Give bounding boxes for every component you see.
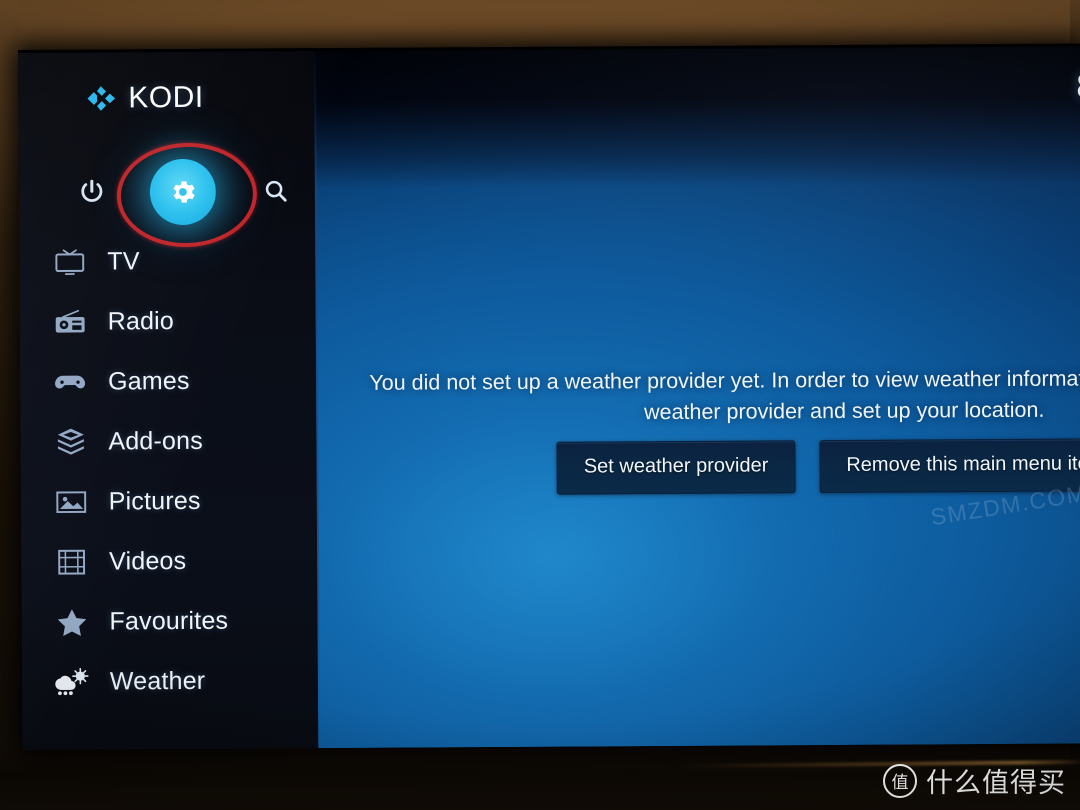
sidebar-item-label: Pictures (108, 486, 201, 515)
sidebar-item-radio[interactable]: Radio (19, 290, 315, 352)
remove-main-menu-item-button[interactable]: Remove this main menu item (819, 438, 1080, 494)
brand-watermark-text: 什么值得买 (926, 768, 1066, 799)
brand-badge-icon: 值 (883, 763, 917, 798)
star-icon (53, 605, 89, 639)
weather-empty-message: You did not set up a weather provider ye… (369, 366, 1080, 425)
weather-cloud-sun-rain-icon (54, 665, 90, 699)
radio-icon (52, 305, 88, 339)
sidebar-item-label: Favourites (109, 606, 229, 635)
sidebar-item-games[interactable]: Games (20, 350, 316, 412)
kodi-logo-icon (84, 81, 118, 115)
sidebar-item-videos[interactable]: Videos (21, 530, 317, 592)
tv-screen: 8 You did not set up a weather provider … (18, 43, 1080, 750)
pictures-icon (53, 485, 89, 519)
sidebar-item-label: Radio (107, 306, 175, 335)
sidebar-item-label: Videos (109, 546, 187, 575)
film-strip-icon (53, 545, 89, 579)
sidebar: KODI TV Radio Games Add-ons Pictures Vid… (18, 48, 319, 750)
power-icon[interactable] (73, 173, 111, 211)
search-icon[interactable] (257, 172, 295, 210)
photograph-of-tv: 8 You did not set up a weather provider … (0, 0, 1080, 810)
kodi-logo-text: KODI (128, 80, 204, 115)
kodi-logo: KODI (84, 81, 204, 116)
sidebar-item-label: TV (107, 246, 140, 275)
main-content-panel: 8 You did not set up a weather provider … (313, 43, 1080, 749)
wall-left-edge (0, 0, 20, 810)
set-weather-provider-button[interactable]: Set weather provider (556, 440, 796, 495)
sidebar-item-label: Add-ons (108, 426, 203, 455)
weather-empty-state: You did not set up a weather provider ye… (334, 362, 1080, 430)
kodi-home-screen: 8 You did not set up a weather provider … (18, 43, 1080, 750)
tv-icon (51, 245, 87, 279)
sidebar-item-pictures[interactable]: Pictures (21, 470, 317, 532)
sidebar-item-favourites[interactable]: Favourites (21, 590, 317, 652)
weather-action-buttons: Set weather provider Remove this main me… (334, 437, 1080, 496)
site-watermark-brand: 值 什么值得买 (883, 761, 1066, 800)
sidebar-top-icon-row (19, 140, 315, 250)
sidebar-item-label: Games (107, 366, 190, 395)
main-menu: TV Radio Games Add-ons Pictures Videos F… (19, 230, 318, 712)
sidebar-item-add-ons[interactable]: Add-ons (20, 410, 316, 472)
sidebar-item-label: Weather (109, 666, 206, 695)
sidebar-item-weather[interactable]: Weather (22, 650, 318, 712)
clock: 8 (1076, 67, 1080, 106)
addons-box-icon (52, 425, 88, 459)
gamepad-icon (52, 365, 88, 399)
panel-top-shade (313, 43, 1080, 189)
